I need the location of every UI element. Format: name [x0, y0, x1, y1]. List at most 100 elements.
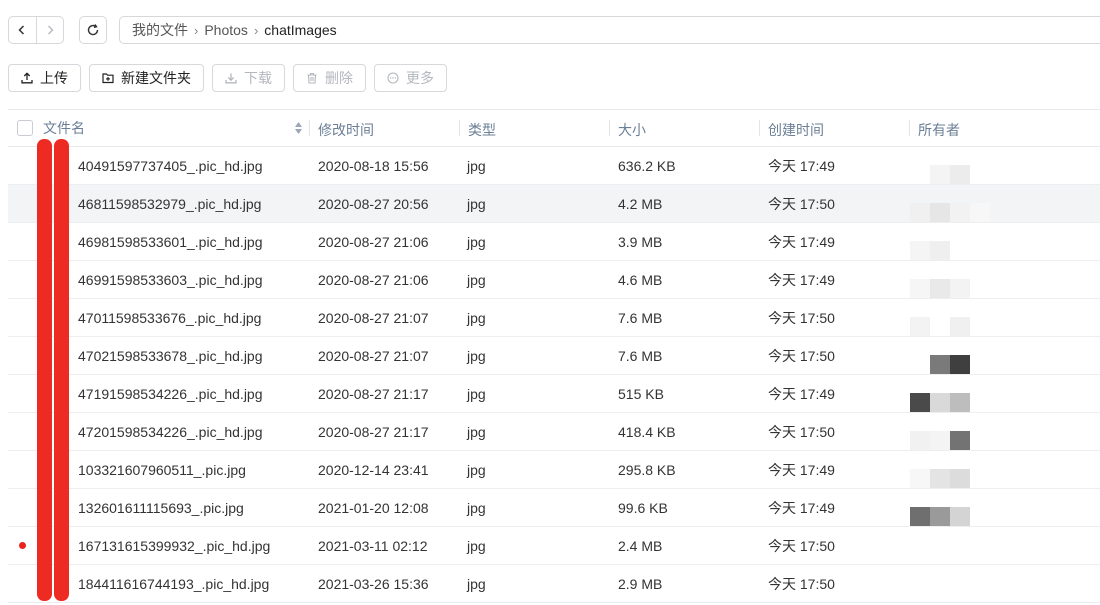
- trash-icon: [307, 72, 317, 84]
- more-button[interactable]: 更多: [374, 64, 447, 92]
- upload-button[interactable]: 上传: [8, 64, 81, 92]
- header-modified[interactable]: 修改时间: [309, 110, 374, 146]
- more-icon: [387, 72, 399, 84]
- new-folder-label: 新建文件夹: [121, 70, 191, 86]
- pixelation-block: [930, 241, 950, 260]
- breadcrumb-current: chatImages: [264, 22, 337, 38]
- refresh-icon: [87, 24, 99, 36]
- table-row[interactable]: 47011598533676_.pic_hd.jpg 2020-08-27 21:…: [8, 299, 1100, 337]
- cell-type: jpg: [467, 537, 486, 554]
- pixelation-block: [950, 165, 970, 184]
- pixelation-block: [950, 317, 970, 336]
- select-all-cell: [17, 110, 33, 146]
- cell-filename: 103321607960511_.pic.jpg: [78, 461, 246, 478]
- refresh-button[interactable]: [79, 16, 107, 44]
- cell-size: 636.2 KB: [618, 157, 676, 174]
- pixelation-block: [910, 469, 930, 488]
- pixelation-block: [930, 507, 950, 526]
- cell-filename: 47021598533678_.pic_hd.jpg: [78, 347, 263, 364]
- cell-type: jpg: [467, 385, 486, 402]
- cell-size: 2.4 MB: [618, 537, 663, 554]
- pixelation-block: [950, 393, 970, 412]
- header-owner-label: 所有者: [909, 120, 960, 138]
- cell-filename: 47201598534226_.pic_hd.jpg: [78, 423, 263, 440]
- cell-filename: 40491597737405_.pic_hd.jpg: [78, 157, 263, 174]
- pixelation-block: [910, 431, 930, 450]
- cell-created: 今天 17:49: [768, 385, 835, 402]
- cell-modified: 2021-03-26 15:36: [318, 575, 429, 592]
- cell-created: 今天 17:49: [768, 157, 835, 174]
- header-size[interactable]: 大小: [609, 110, 646, 146]
- breadcrumb-item-photos[interactable]: Photos: [204, 22, 248, 38]
- pixelation-block: [950, 431, 970, 450]
- pixelation-block: [930, 431, 950, 450]
- cell-filename: 46981598533601_.pic_hd.jpg: [78, 233, 263, 250]
- cell-filename: 167131615399932_.pic_hd.jpg: [78, 537, 271, 554]
- cell-type: jpg: [467, 423, 486, 440]
- table-row[interactable]: 184411616744193_.pic_hd.jpg 2021-03-26 15…: [8, 565, 1100, 603]
- download-icon: [225, 73, 237, 84]
- header-created[interactable]: 创建时间: [759, 110, 824, 146]
- table-row[interactable]: 167131615399932_.pic_hd.jpg 2021-03-11 02…: [8, 527, 1100, 565]
- forward-button[interactable]: [35, 17, 64, 43]
- cell-created: 今天 17:49: [768, 271, 835, 288]
- pixelation-block: [950, 469, 970, 488]
- sort-icon[interactable]: [294, 121, 303, 135]
- header-type-label: 类型: [459, 120, 496, 138]
- cell-created: 今天 17:50: [768, 575, 835, 592]
- chevron-left-icon: [18, 25, 25, 35]
- pixelation-block: [950, 279, 970, 298]
- cell-type: jpg: [467, 499, 486, 516]
- cell-created: 今天 17:49: [768, 499, 835, 516]
- cell-size: 7.6 MB: [618, 347, 663, 364]
- top-nav-bar: 我的文件 › Photos › chatImages: [8, 16, 1100, 44]
- cell-type: jpg: [467, 461, 486, 478]
- cell-filename: 132601611115693_.pic.jpg: [78, 499, 244, 516]
- cell-modified: 2020-08-27 20:56: [318, 195, 429, 212]
- pixelation-block: [910, 279, 930, 298]
- cell-type: jpg: [467, 233, 486, 250]
- cell-filename: 47011598533676_.pic_hd.jpg: [78, 309, 262, 326]
- cell-modified: 2020-08-27 21:07: [318, 347, 429, 364]
- cell-created: 今天 17:50: [768, 347, 835, 364]
- cell-filename: 47191598534226_.pic_hd.jpg: [78, 385, 263, 402]
- pixelation-block: [910, 203, 930, 222]
- action-toolbar: 上传 新建文件夹 下载 删除 更多: [8, 64, 447, 92]
- more-label: 更多: [406, 70, 434, 86]
- pixelation-block: [930, 279, 950, 298]
- cell-created: 今天 17:49: [768, 233, 835, 250]
- delete-button[interactable]: 删除: [293, 64, 366, 92]
- pixelation-block: [910, 393, 930, 412]
- pixelation-block: [930, 469, 950, 488]
- cell-modified: 2020-08-27 21:06: [318, 233, 429, 250]
- redaction-mark: [37, 139, 52, 601]
- cell-type: jpg: [467, 347, 486, 364]
- download-button[interactable]: 下载: [212, 64, 285, 92]
- cell-type: jpg: [467, 195, 486, 212]
- breadcrumb-item-my-files[interactable]: 我的文件: [132, 20, 188, 40]
- cell-modified: 2020-08-27 21:17: [318, 385, 429, 402]
- cell-modified: 2020-08-27 21:07: [318, 309, 429, 326]
- folder-plus-icon: [102, 73, 114, 84]
- upload-icon: [21, 72, 33, 84]
- status-dot: [19, 542, 26, 549]
- pixelation-block: [950, 203, 970, 222]
- redaction-mark: [54, 139, 69, 601]
- cell-filename: 46991598533603_.pic_hd.jpg: [78, 271, 263, 288]
- header-owner[interactable]: 所有者: [909, 110, 960, 146]
- cell-created: 今天 17:50: [768, 537, 835, 554]
- breadcrumb-separator: ›: [194, 22, 199, 38]
- header-name[interactable]: 文件名: [43, 110, 309, 146]
- pixelation-block: [930, 203, 950, 222]
- cell-type: jpg: [467, 271, 486, 288]
- cell-modified: 2020-08-27 21:06: [318, 271, 429, 288]
- select-all-checkbox[interactable]: [17, 120, 33, 136]
- cell-size: 7.6 MB: [618, 309, 663, 326]
- new-folder-button[interactable]: 新建文件夹: [89, 64, 204, 92]
- pixelation-block: [950, 507, 970, 526]
- pixelation-block: [970, 203, 990, 222]
- header-type[interactable]: 类型: [459, 110, 496, 146]
- cell-size: 418.4 KB: [618, 423, 676, 440]
- back-button[interactable]: [9, 17, 36, 43]
- breadcrumb: 我的文件 › Photos › chatImages: [119, 16, 1100, 44]
